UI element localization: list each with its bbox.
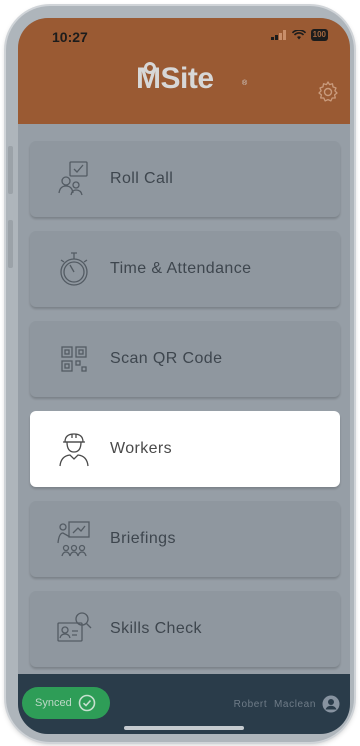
qr-code-icon [61,346,87,372]
logo-registered-mark: ® [242,80,248,87]
battery-indicator: 100 [310,29,328,41]
volume-up-button [8,146,13,194]
check-circle-icon [78,694,96,712]
volume-down-button [8,220,13,268]
stopwatch-icon [60,252,88,286]
user-avatar-icon [322,695,340,713]
app-footer: Synced Robert Maclean [18,674,350,734]
menu-item-label: Roll Call [110,170,174,187]
menu-item-skills-check[interactable]: Skills Check [30,591,340,667]
app-logo: MSite [136,62,214,95]
sync-status-button[interactable]: Synced [22,687,110,719]
status-time: 10:27 [52,29,88,45]
home-indicator[interactable] [124,726,244,730]
menu-item-label: Scan QR Code [110,350,223,367]
menu-item-roll-call[interactable]: Roll Call [30,141,340,217]
menu-item-label: Workers [110,440,173,457]
user-profile[interactable]: Robert Maclean [234,695,340,713]
status-icons: 100 [270,29,328,41]
wifi-icon [291,30,306,40]
roll-call-icon [58,161,88,196]
app-header: 10:27 100 MSite ® [18,18,350,124]
gear-icon[interactable] [316,80,340,104]
menu-item-workers[interactable]: Workers [30,411,340,487]
skills-check-icon [57,612,92,642]
menu-item-scan-qr-code[interactable]: Scan QR Code [30,321,340,397]
menu-item-briefings[interactable]: Briefings [30,501,340,577]
menu-item-label: Time & Attendance [110,260,252,277]
sync-status-label: Synced [35,697,72,709]
menu-item-time-attendance[interactable]: Time & Attendance [30,231,340,307]
menu-item-label: Skills Check [110,620,202,637]
briefing-icon [57,521,90,557]
app-screen: 10:27 100 MSite ® Roll Call Time & Atten… [18,18,350,734]
menu-item-label: Briefings [110,530,176,547]
user-name: Robert Maclean [233,698,316,710]
signal-icon [270,30,286,40]
worker-icon [59,433,89,467]
